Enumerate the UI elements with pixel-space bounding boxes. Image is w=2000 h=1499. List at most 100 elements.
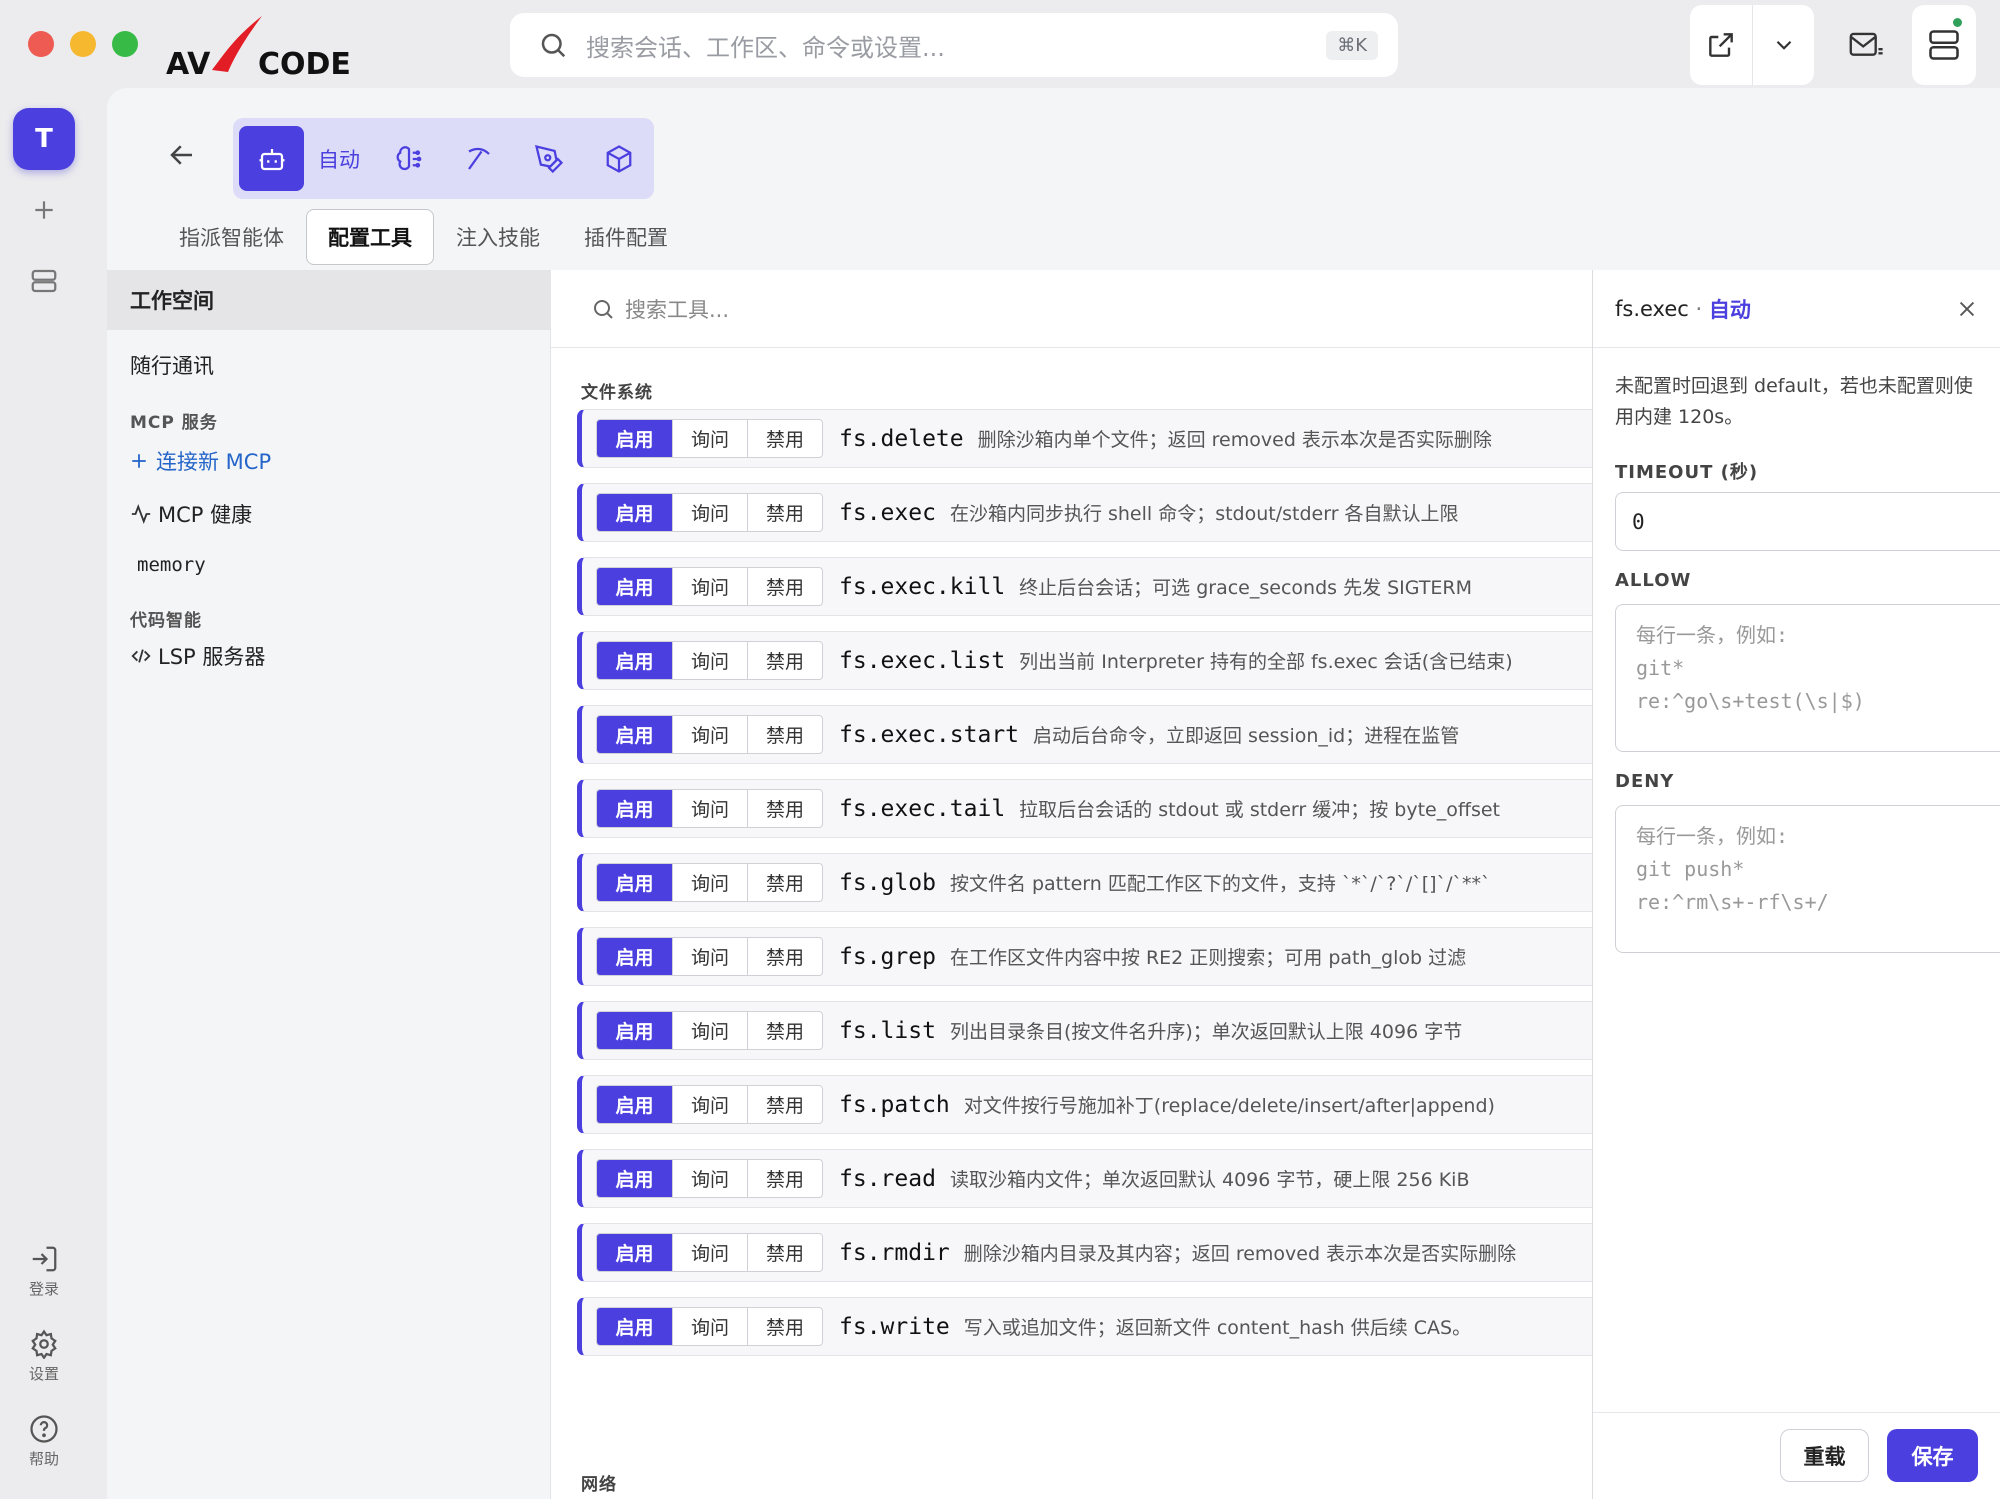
tab-configure-tools[interactable]: 配置工具: [306, 209, 434, 265]
close-panel-button[interactable]: [1956, 298, 1978, 320]
tool-row[interactable]: 启用 询问 禁用 fs.exec 在沙箱内同步执行 shell 命令；stdout/st…: [577, 483, 1594, 542]
tool-search-bar[interactable]: 搜索工具...: [551, 270, 1594, 348]
permission-enable-button[interactable]: 启用: [597, 494, 672, 531]
permission-disable-button[interactable]: 禁用: [747, 1012, 822, 1049]
permission-ask-button[interactable]: 询问: [672, 642, 747, 679]
permission-disable-button[interactable]: 禁用: [747, 790, 822, 827]
mode-package-button[interactable]: [584, 126, 654, 191]
permission-enable-button[interactable]: 启用: [597, 420, 672, 457]
tool-description: 列出目录条目(按文件名升序)；单次返回默认上限 4096 字节: [949, 1021, 1463, 1043]
permission-ask-button[interactable]: 询问: [672, 420, 747, 457]
window-close-button[interactable]: [28, 31, 54, 57]
permission-ask-button[interactable]: 询问: [672, 1234, 747, 1271]
back-button[interactable]: [167, 140, 197, 170]
tool-row[interactable]: 启用 询问 禁用 fs.glob 按文件名 pattern 匹配工作区下的文件，支持 `…: [577, 853, 1594, 912]
pen-tool-icon: [534, 144, 564, 174]
tool-row[interactable]: 启用 询问 禁用 fs.exec.start 启动后台命令，立即返回 session_i…: [577, 705, 1594, 764]
tool-search-input[interactable]: 搜索工具...: [625, 294, 729, 324]
tool-list: 搜索工具... 文件系统 启用 询问 禁用 fs.delete 删除沙箱内单个文件；返回…: [550, 270, 1594, 1499]
permission-disable-button[interactable]: 禁用: [747, 420, 822, 457]
permission-disable-button[interactable]: 禁用: [747, 1160, 822, 1197]
tool-row[interactable]: 启用 询问 禁用 fs.read 读取沙箱内文件；单次返回默认 4096 字节，硬上限 …: [577, 1149, 1594, 1208]
permission-disable-button[interactable]: 禁用: [747, 1086, 822, 1123]
login-button[interactable]: 登录: [12, 1244, 76, 1299]
sidebar-item-mcp-health[interactable]: MCP 健康: [107, 494, 550, 534]
permission-disable-button[interactable]: 禁用: [747, 1308, 822, 1345]
sidebar-item-chat[interactable]: 随行通讯: [107, 345, 550, 385]
permission-ask-button[interactable]: 询问: [672, 1012, 747, 1049]
permission-enable-button[interactable]: 启用: [597, 716, 672, 753]
permission-ask-button[interactable]: 询问: [672, 864, 747, 901]
permission-ask-button[interactable]: 询问: [672, 1160, 747, 1197]
permission-disable-button[interactable]: 禁用: [747, 494, 822, 531]
deny-textarea[interactable]: 每行一条，例如: git push* re:^rm\s+-rf\s+/: [1615, 805, 2000, 953]
open-external-dropdown-button[interactable]: [1752, 5, 1814, 85]
permission-enable-button[interactable]: 启用: [597, 938, 672, 975]
permission-disable-button[interactable]: 禁用: [747, 716, 822, 753]
settings-button[interactable]: 设置: [12, 1329, 76, 1384]
tab-inject-skills[interactable]: 注入技能: [434, 209, 562, 265]
add-workspace-button[interactable]: [21, 187, 67, 233]
permission-ask-button[interactable]: 询问: [672, 716, 747, 753]
tool-row[interactable]: 启用 询问 禁用 fs.exec.list 列出当前 Interpreter 持有的全部…: [577, 631, 1594, 690]
sidebar-section-mcp: MCP 服务: [130, 413, 218, 433]
allow-textarea[interactable]: 每行一条，例如: git* re:^go\s+test(\s|$): [1615, 604, 2000, 752]
permission-disable-button[interactable]: 禁用: [747, 864, 822, 901]
permission-enable-button[interactable]: 启用: [597, 1160, 672, 1197]
permission-ask-button[interactable]: 询问: [672, 568, 747, 605]
mode-brain-button[interactable]: [374, 126, 444, 191]
tab-assign-agent[interactable]: 指派智能体: [157, 209, 306, 265]
mode-pen-button[interactable]: [514, 126, 584, 191]
mode-pickaxe-button[interactable]: [444, 126, 514, 191]
permission-disable-button[interactable]: 禁用: [747, 938, 822, 975]
sidebar-item-lsp[interactable]: LSP 服务器: [107, 636, 550, 676]
permission-ask-button[interactable]: 询问: [672, 938, 747, 975]
connect-mcp-link[interactable]: 连接新 MCP: [107, 441, 550, 481]
permission-enable-button[interactable]: 启用: [597, 568, 672, 605]
tool-row[interactable]: 启用 询问 禁用 fs.list 列出目录条目(按文件名升序)；单次返回默认上限 409…: [577, 1001, 1594, 1060]
inbox-button[interactable]: [1835, 14, 1897, 76]
config-tabs: 指派智能体 配置工具 注入技能 插件配置: [157, 209, 690, 265]
timeout-value[interactable]: 0: [1632, 510, 1645, 534]
permission-disable-button[interactable]: 禁用: [747, 1234, 822, 1271]
permission-enable-button[interactable]: 启用: [597, 864, 672, 901]
sidebar-item-workspace[interactable]: 工作空间: [107, 270, 550, 330]
tool-row[interactable]: 启用 询问 禁用 fs.delete 删除沙箱内单个文件；返回 removed 表示本次…: [577, 409, 1594, 468]
sidebar-item-memory[interactable]: memory: [107, 545, 550, 585]
permission-ask-button[interactable]: 询问: [672, 1086, 747, 1123]
permission-enable-button[interactable]: 启用: [597, 790, 672, 827]
panel-mode: 自动: [1708, 297, 1751, 322]
permission-enable-button[interactable]: 启用: [597, 1012, 672, 1049]
global-search-bar[interactable]: 搜索会话、工作区、命令或设置... ⌘K: [510, 13, 1398, 77]
timeout-field[interactable]: 0: [1615, 492, 2000, 551]
permission-enable-button[interactable]: 启用: [597, 1308, 672, 1345]
workspace-avatar[interactable]: T: [13, 108, 75, 170]
open-external-button[interactable]: [1690, 5, 1752, 85]
tool-row[interactable]: 启用 询问 禁用 fs.write 写入或追加文件；返回新文件 content_hash…: [577, 1297, 1594, 1356]
permission-enable-button[interactable]: 启用: [597, 642, 672, 679]
reload-button[interactable]: 重载: [1780, 1429, 1869, 1482]
save-button[interactable]: 保存: [1887, 1429, 1978, 1482]
window-maximize-button[interactable]: [112, 31, 138, 57]
window-minimize-button[interactable]: [70, 31, 96, 57]
permission-disable-button[interactable]: 禁用: [747, 568, 822, 605]
pickaxe-icon: [464, 144, 494, 174]
mode-auto-button[interactable]: [239, 126, 304, 191]
permission-ask-button[interactable]: 询问: [672, 494, 747, 531]
permission-ask-button[interactable]: 询问: [672, 1308, 747, 1345]
global-search-input[interactable]: 搜索会话、工作区、命令或设置...: [586, 28, 1326, 63]
tool-row[interactable]: 启用 询问 禁用 fs.exec.tail 拉取后台会话的 stdout 或 stder…: [577, 779, 1594, 838]
tool-row[interactable]: 启用 询问 禁用 fs.exec.kill 终止后台会话；可选 grace_second…: [577, 557, 1594, 616]
permission-ask-button[interactable]: 询问: [672, 790, 747, 827]
help-button[interactable]: 帮助: [12, 1414, 76, 1469]
servers-button[interactable]: [21, 258, 67, 304]
layout-toggle-button[interactable]: [1912, 5, 1976, 85]
search-shortcut-badge: ⌘K: [1326, 30, 1378, 60]
tool-row[interactable]: 启用 询问 禁用 fs.rmdir 删除沙箱内目录及其内容；返回 removed 表示本…: [577, 1223, 1594, 1282]
tool-row[interactable]: 启用 询问 禁用 fs.grep 在工作区文件内容中按 RE2 正则搜索；可用 path…: [577, 927, 1594, 986]
permission-disable-button[interactable]: 禁用: [747, 642, 822, 679]
tab-plugin-config[interactable]: 插件配置: [562, 209, 690, 265]
tool-row[interactable]: 启用 询问 禁用 fs.patch 对文件按行号施加补丁(replace/delete/…: [577, 1075, 1594, 1134]
permission-enable-button[interactable]: 启用: [597, 1234, 672, 1271]
permission-enable-button[interactable]: 启用: [597, 1086, 672, 1123]
